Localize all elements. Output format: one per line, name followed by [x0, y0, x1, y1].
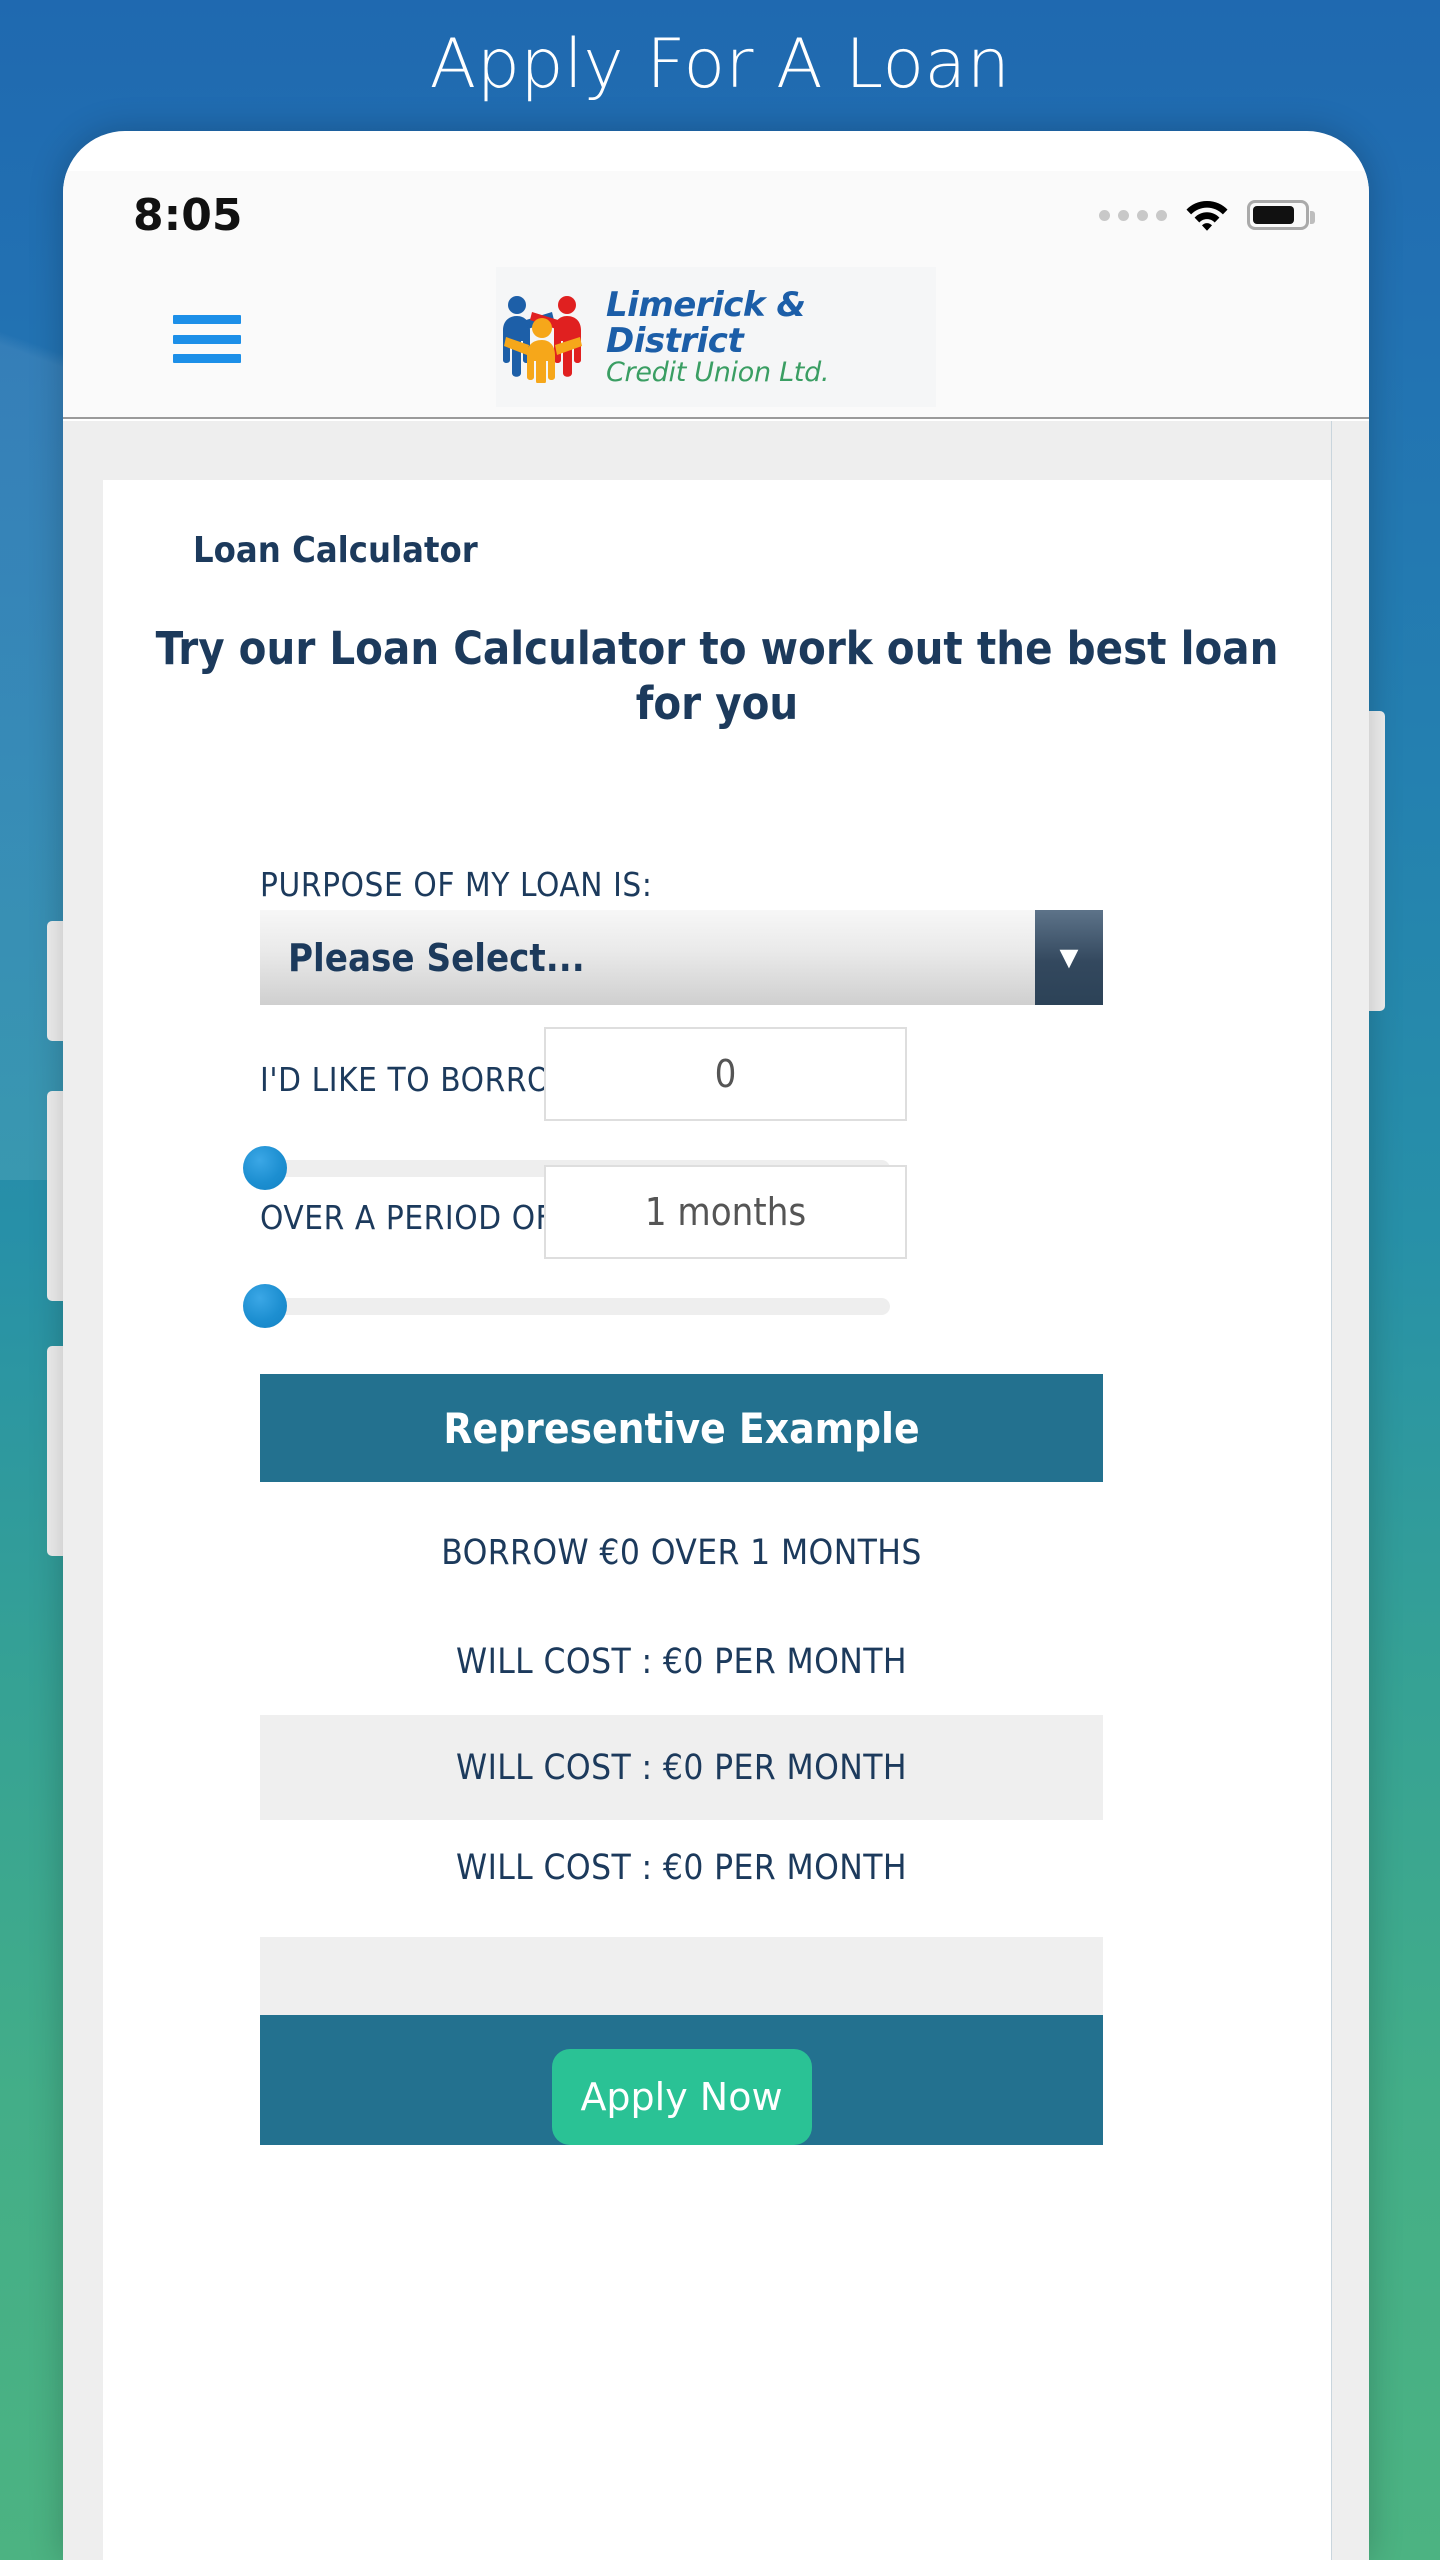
hamburger-menu-icon[interactable]	[173, 315, 241, 363]
result-row: WILL COST : €0 PER MONTH	[456, 1848, 907, 1888]
page-headline: Try our Loan Calculator to work out the …	[155, 622, 1279, 730]
period-input[interactable]: 1 months	[544, 1165, 907, 1259]
page-title: Apply For A Loan	[429, 25, 1011, 104]
scroll-area[interactable]: Loan Calculator Try our Loan Calculator …	[63, 421, 1331, 2560]
borrow-input[interactable]: 0	[544, 1027, 907, 1121]
site-header: Limerick & District Credit Union Ltd.	[63, 259, 1369, 419]
bottom-fade-overlay	[103, 2450, 1331, 2560]
status-time: 8:05	[133, 189, 243, 241]
logo-text: Limerick & District Credit Union Ltd.	[606, 287, 936, 388]
apply-band: Apply Now	[260, 2015, 1103, 2145]
wifi-icon	[1186, 201, 1228, 231]
scrollbar[interactable]	[1331, 421, 1369, 2560]
borrow-label: I'D LIKE TO BORROW:	[260, 1060, 590, 1099]
period-slider[interactable]	[243, 1284, 890, 1328]
three-people-logo-icon	[503, 296, 582, 383]
phone-device: 8:05 Limerick & District Credit Union Lt…	[47, 131, 1385, 2560]
purpose-label: PURPOSE OF MY LOAN IS:	[260, 865, 653, 904]
purpose-selected-value: Please Select...	[288, 935, 585, 980]
purpose-select[interactable]: Please Select... ▼	[260, 910, 1103, 1005]
loan-calculator-card: Loan Calculator Try our Loan Calculator …	[103, 480, 1331, 2560]
site-logo[interactable]: Limerick & District Credit Union Ltd.	[496, 267, 936, 407]
apply-now-button[interactable]: Apply Now	[551, 2049, 812, 2145]
period-slider-track	[261, 1298, 890, 1315]
representive-example-button[interactable]: Representive Example	[260, 1374, 1103, 1482]
result-row	[260, 1937, 1103, 2015]
result-row: WILL COST : €0 PER MONTH	[260, 1715, 1103, 1820]
result-row: BORROW €0 OVER 1 MONTHS	[441, 1533, 922, 1573]
battery-icon	[1247, 200, 1315, 230]
chevron-down-icon[interactable]: ▼	[1035, 910, 1103, 1005]
section-eyebrow: Loan Calculator	[193, 530, 478, 571]
page-body: Loan Calculator Try our Loan Calculator …	[63, 421, 1369, 2560]
status-icons	[1099, 198, 1315, 232]
signal-dots-icon	[1099, 209, 1167, 221]
period-label: OVER A PERIOD OF :	[260, 1198, 574, 1237]
logo-secondary-text: Credit Union Ltd.	[606, 356, 830, 388]
result-row: WILL COST : €0 PER MONTH	[456, 1642, 907, 1682]
borrow-slider-handle[interactable]	[243, 1146, 287, 1190]
status-bar: 8:05	[63, 171, 1369, 259]
phone-screen: 8:05 Limerick & District Credit Union Lt…	[63, 131, 1369, 2560]
period-slider-handle[interactable]	[243, 1284, 287, 1328]
logo-primary-text: Limerick & District	[606, 284, 806, 361]
